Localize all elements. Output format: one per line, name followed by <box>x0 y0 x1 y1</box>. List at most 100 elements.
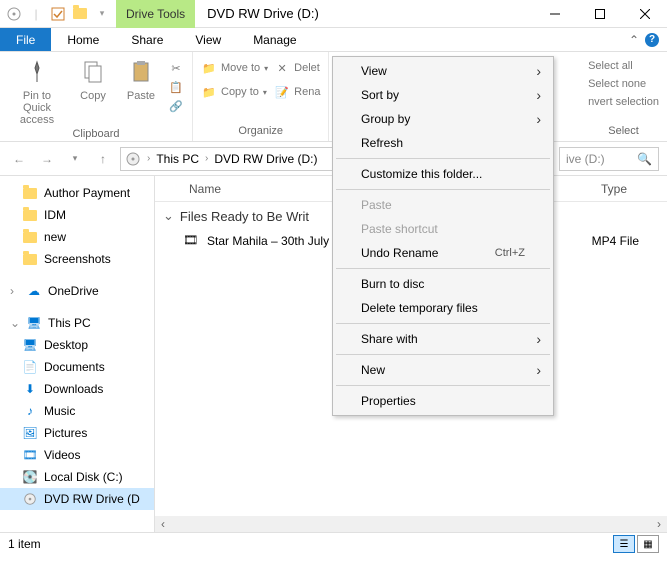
nav-label: Videos <box>44 448 80 462</box>
move-to-icon: 📁 <box>201 60 217 76</box>
scroll-left-icon[interactable]: ‹ <box>155 517 171 531</box>
paste-shortcut-button[interactable]: 🔗 <box>168 98 184 114</box>
pin-to-quick-access-button[interactable]: Pin to Quick access <box>8 56 66 126</box>
nav-label: Downloads <box>44 382 103 396</box>
up-button[interactable]: ↑ <box>92 148 114 170</box>
ctx-undo-rename[interactable]: Undo RenameCtrl+Z <box>335 241 551 265</box>
nav-desktop[interactable]: 🖥Desktop <box>0 334 154 356</box>
nav-this-pc[interactable]: ⌄🖥This PC <box>0 312 154 334</box>
desktop-icon: 🖥 <box>22 337 38 353</box>
forward-button[interactable]: → <box>36 148 58 170</box>
cut-button[interactable]: ✂ <box>168 60 184 76</box>
collapse-group-icon[interactable]: ⌄ <box>163 208 174 224</box>
tab-home[interactable]: Home <box>51 28 115 51</box>
tab-file[interactable]: File <box>0 28 51 51</box>
tab-manage[interactable]: Manage <box>237 28 312 51</box>
breadcrumb-this-pc[interactable]: This PC <box>156 152 199 166</box>
copy-to-button[interactable]: 📁Copy to▾ <box>201 84 268 100</box>
rename-button[interactable]: 📝 Rena <box>274 84 320 100</box>
paste-shortcut-icon: 🔗 <box>168 98 184 114</box>
nav-label: Pictures <box>44 426 87 440</box>
new-folder-icon[interactable] <box>72 6 88 22</box>
ctx-paste-shortcut: Paste shortcut <box>335 217 551 241</box>
nav-dvd-drive[interactable]: DVD RW Drive (D <box>0 488 154 510</box>
qat-dropdown-icon[interactable]: ▾ <box>94 6 110 22</box>
close-button[interactable] <box>622 0 667 28</box>
ctx-refresh[interactable]: Refresh <box>335 131 551 155</box>
nav-local-disk[interactable]: 💽Local Disk (C:) <box>0 466 154 488</box>
ctx-properties[interactable]: Properties <box>335 389 551 413</box>
ctx-label: Customize this folder... <box>361 167 482 181</box>
invert-label: nvert selection <box>588 96 659 108</box>
paste-button[interactable]: Paste <box>120 56 162 102</box>
details-view-button[interactable]: ☰ <box>613 535 635 553</box>
window-title: DVD RW Drive (D:) <box>195 6 532 21</box>
ctx-view[interactable]: View <box>335 59 551 83</box>
nav-downloads[interactable]: ⬇Downloads <box>0 378 154 400</box>
nav-onedrive[interactable]: ›☁OneDrive <box>0 280 154 302</box>
pictures-icon: 🖼 <box>22 425 38 441</box>
ctx-burn-to-disc[interactable]: Burn to disc <box>335 272 551 296</box>
view-switcher: ☰ ▦ <box>613 535 659 553</box>
tab-share[interactable]: Share <box>115 28 179 51</box>
ctx-new[interactable]: New <box>335 358 551 382</box>
horizontal-scrollbar[interactable]: ‹ › <box>155 516 667 532</box>
ctx-customize-folder[interactable]: Customize this folder... <box>335 162 551 186</box>
scroll-right-icon[interactable]: › <box>651 517 667 531</box>
copy-button[interactable]: Copy <box>72 56 114 102</box>
ctx-label: Properties <box>361 394 416 408</box>
copy-path-button[interactable]: 📋 <box>168 79 184 95</box>
nav-folder-new[interactable]: new <box>0 226 154 248</box>
ctx-sort-by[interactable]: Sort by <box>335 83 551 107</box>
ctx-group-by[interactable]: Group by <box>335 107 551 131</box>
context-menu: View Sort by Group by Refresh Customize … <box>332 56 554 416</box>
delete-label: Delet <box>294 62 320 74</box>
chevron-icon[interactable]: › <box>143 153 154 164</box>
nav-pictures[interactable]: 🖼 Pictures <box>0 422 154 444</box>
navigation-pane: Author Payment IDM new Screenshots ›☁One… <box>0 176 155 532</box>
nav-folder-screenshots[interactable]: Screenshots <box>0 248 154 270</box>
ctx-label: Refresh <box>361 136 403 150</box>
ctx-label: Group by <box>361 112 410 126</box>
back-button[interactable]: ← <box>8 148 30 170</box>
thumbnails-view-button[interactable]: ▦ <box>637 535 659 553</box>
select-none-button[interactable]: Select none <box>588 78 659 90</box>
select-all-button[interactable]: Select all <box>588 60 659 72</box>
search-box[interactable]: ive (D:) 🔍 <box>559 147 659 171</box>
ctx-separator <box>336 158 550 159</box>
window-controls <box>532 0 667 28</box>
minimize-button[interactable] <box>532 0 577 28</box>
column-type[interactable]: Type <box>591 182 667 196</box>
ctx-share-with[interactable]: Share with <box>335 327 551 351</box>
help-icon[interactable]: ? <box>645 33 659 47</box>
ctx-label: View <box>361 64 387 78</box>
nav-folder-idm[interactable]: IDM <box>0 204 154 226</box>
recent-locations-button[interactable]: ▾ <box>64 148 86 170</box>
ctx-delete-temporary[interactable]: Delete temporary files <box>335 296 551 320</box>
collapse-ribbon-icon[interactable]: ⌃ <box>629 33 639 47</box>
nav-music[interactable]: ♪Music <box>0 400 154 422</box>
group-header-label: Files Ready to Be Writ <box>180 209 309 224</box>
move-to-label: Move to <box>221 62 260 74</box>
invert-selection-button[interactable]: nvert selection <box>588 96 659 108</box>
move-to-button[interactable]: 📁Move to▾ <box>201 60 268 76</box>
properties-icon[interactable] <box>50 6 66 22</box>
rename-icon: 📝 <box>274 84 290 100</box>
nav-documents[interactable]: 📄Documents <box>0 356 154 378</box>
folder-icon <box>22 229 38 245</box>
folder-icon <box>22 207 38 223</box>
breadcrumb-drive[interactable]: DVD RW Drive (D:) <box>214 152 317 166</box>
folder-icon <box>22 185 38 201</box>
delete-button[interactable]: ✕Delet <box>274 60 320 76</box>
clipboard-group-label: Clipboard <box>8 126 184 142</box>
documents-icon: 📄 <box>22 359 38 375</box>
chevron-icon[interactable]: › <box>201 153 212 164</box>
tab-view[interactable]: View <box>179 28 237 51</box>
collapse-icon[interactable]: ⌄ <box>10 316 20 330</box>
ctx-label: Sort by <box>361 88 399 102</box>
expand-icon[interactable]: › <box>10 284 20 298</box>
maximize-button[interactable] <box>577 0 622 28</box>
nav-videos[interactable]: 🎞Videos <box>0 444 154 466</box>
nav-folder-author-payment[interactable]: Author Payment <box>0 182 154 204</box>
rename-label: Rena <box>294 86 320 98</box>
